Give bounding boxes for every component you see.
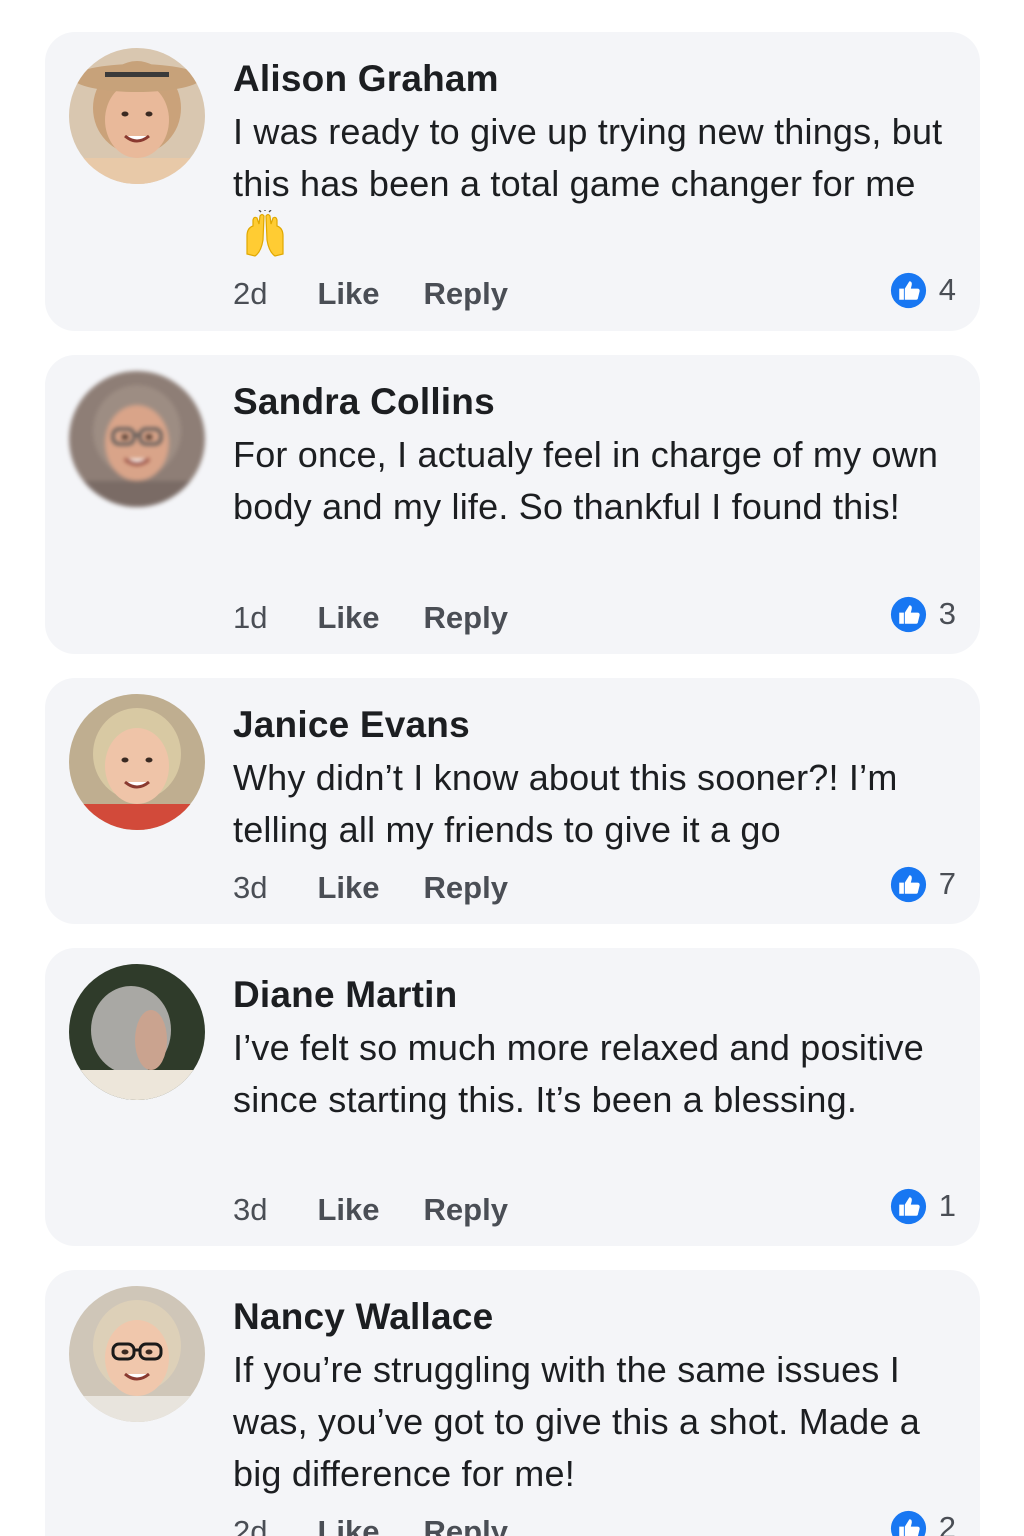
- raised-hands-emoji-icon: [246, 210, 284, 257]
- avatar-photo: [69, 48, 205, 184]
- like-button[interactable]: Like: [317, 276, 379, 312]
- comment-card: Diane Martin I’ve felt so much more rela…: [45, 948, 980, 1246]
- reaction-number: 7: [938, 866, 956, 901]
- reaction-number: 1: [938, 1188, 956, 1223]
- avatar[interactable]: [69, 371, 205, 507]
- avatar-photo: [69, 1286, 205, 1422]
- author-name[interactable]: Nancy Wallace: [233, 1292, 958, 1342]
- thumbs-up-icon: [890, 1510, 926, 1536]
- comment-actions: 2d Like Reply: [233, 1510, 508, 1536]
- timestamp[interactable]: 1d: [233, 600, 267, 636]
- comment-card: Nancy Wallace If you’re struggling with …: [45, 1270, 980, 1536]
- comment-feed: Alison Graham I was ready to give up try…: [0, 0, 1024, 1536]
- avatar[interactable]: [69, 48, 205, 184]
- author-name[interactable]: Alison Graham: [233, 54, 958, 104]
- like-button[interactable]: Like: [317, 1192, 379, 1228]
- comment-text: I was ready to give up trying new things…: [233, 106, 958, 264]
- author-name[interactable]: Diane Martin: [233, 970, 958, 1020]
- avatar[interactable]: [69, 694, 205, 830]
- thumbs-up-icon: [890, 596, 926, 632]
- reaction-count[interactable]: 1: [890, 1184, 956, 1228]
- avatar[interactable]: [69, 964, 205, 1100]
- comment-text-content: I was ready to give up trying new things…: [233, 111, 943, 204]
- comment-card: Janice Evans Why didn’t I know about thi…: [45, 678, 980, 924]
- comment-actions: 3d Like Reply: [233, 1188, 508, 1232]
- comment-card: Alison Graham I was ready to give up try…: [45, 32, 980, 331]
- reply-button[interactable]: Reply: [424, 1192, 508, 1228]
- comment-text: I’ve felt so much more relaxed and posit…: [233, 1027, 924, 1120]
- comment-body: Janice Evans Why didn’t I know about thi…: [233, 700, 958, 856]
- reaction-number: 4: [938, 272, 956, 307]
- comment-actions: 2d Like Reply: [233, 272, 508, 316]
- comment-card: Sandra Collins For once, I actualy feel …: [45, 355, 980, 654]
- comment-actions: 3d Like Reply: [233, 866, 508, 910]
- reaction-count[interactable]: 4: [890, 268, 956, 312]
- avatar-photo: [69, 964, 205, 1100]
- reply-button[interactable]: Reply: [424, 600, 508, 636]
- comment-actions: 1d Like Reply: [233, 596, 508, 640]
- reply-button[interactable]: Reply: [424, 1514, 508, 1536]
- thumbs-up-icon: [890, 272, 926, 308]
- comment-body: Alison Graham I was ready to give up try…: [233, 54, 958, 264]
- comment-body: Nancy Wallace If you’re struggling with …: [233, 1292, 958, 1500]
- like-button[interactable]: Like: [317, 1514, 379, 1536]
- thumbs-up-icon: [890, 866, 926, 902]
- avatar-photo: [69, 694, 205, 830]
- comment-body: Sandra Collins For once, I actualy feel …: [233, 377, 958, 533]
- reply-button[interactable]: Reply: [424, 870, 508, 906]
- author-name[interactable]: Janice Evans: [233, 700, 958, 750]
- reaction-number: 2: [938, 1510, 956, 1536]
- timestamp[interactable]: 2d: [233, 1514, 267, 1536]
- author-name[interactable]: Sandra Collins: [233, 377, 958, 427]
- comment-text: For once, I actualy feel in charge of my…: [233, 434, 939, 527]
- reaction-count[interactable]: 7: [890, 862, 956, 906]
- timestamp[interactable]: 3d: [233, 1192, 267, 1228]
- avatar-photo: [69, 371, 205, 507]
- comment-text: If you’re struggling with the same issue…: [233, 1349, 920, 1494]
- reply-button[interactable]: Reply: [424, 276, 508, 312]
- comment-text: Why didn’t I know about this sooner?! I’…: [233, 757, 898, 850]
- reaction-count[interactable]: 3: [890, 592, 956, 636]
- timestamp[interactable]: 2d: [233, 276, 267, 312]
- reaction-count[interactable]: 2: [890, 1506, 956, 1536]
- avatar[interactable]: [69, 1286, 205, 1422]
- like-button[interactable]: Like: [317, 870, 379, 906]
- thumbs-up-icon: [890, 1188, 926, 1224]
- comment-body: Diane Martin I’ve felt so much more rela…: [233, 970, 958, 1126]
- like-button[interactable]: Like: [317, 600, 379, 636]
- timestamp[interactable]: 3d: [233, 870, 267, 906]
- reaction-number: 3: [938, 596, 956, 631]
